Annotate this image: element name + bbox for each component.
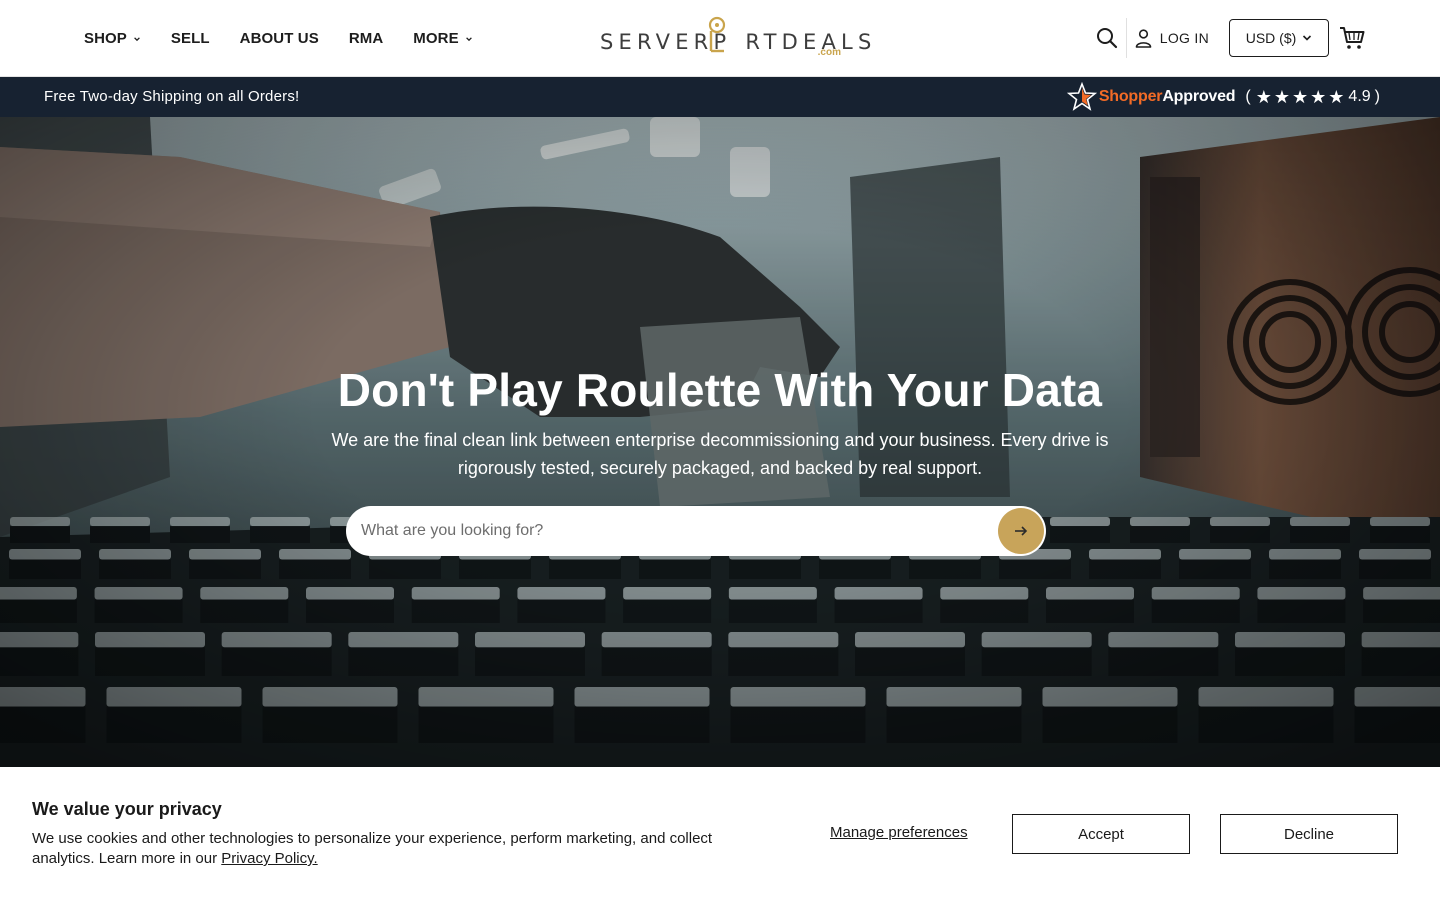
site-logo[interactable]: SERVERP RTDEALS .com bbox=[598, 14, 871, 62]
hero-search-input[interactable] bbox=[346, 506, 998, 556]
arrow-right-icon bbox=[1015, 526, 1028, 536]
decline-button[interactable]: Decline bbox=[1220, 814, 1398, 854]
rating-open: ( bbox=[1245, 88, 1251, 105]
nav-rma-label: RMA bbox=[348, 30, 384, 47]
rating-close: ) bbox=[1374, 88, 1380, 105]
promo-bar: Free Two-day Shipping on all Orders! Sho… bbox=[0, 77, 1440, 117]
hero-title: Don't Play Roulette With Your Data bbox=[337, 364, 1103, 416]
brand-part-a: Shopper bbox=[1098, 88, 1163, 105]
nav-more[interactable]: MORE bbox=[413, 30, 472, 47]
manage-preferences-link[interactable]: Manage preferences bbox=[830, 824, 968, 841]
privacy-policy-link[interactable]: Privacy Policy. bbox=[221, 850, 317, 867]
user-icon bbox=[1135, 28, 1152, 48]
main-nav: SHOP SELL ABOUT US RMA MORE bbox=[84, 0, 503, 77]
search-icon[interactable] bbox=[1095, 26, 1119, 50]
hero-section: Don't Play Roulette With Your Data We ar… bbox=[0, 117, 1440, 767]
nav-more-label: MORE bbox=[413, 30, 459, 47]
rating-stars: ( ★ ★ ★ ★ ★ 4.9 ) bbox=[1245, 87, 1380, 108]
nav-shop-label: SHOP bbox=[84, 30, 127, 47]
brand-part-b: Approved bbox=[1162, 88, 1236, 105]
nav-shop[interactable]: SHOP bbox=[84, 30, 141, 47]
star-icon: ★ bbox=[1310, 86, 1327, 107]
currency-label: USD ($) bbox=[1245, 30, 1297, 46]
cookie-banner: We value your privacy We use cookies and… bbox=[0, 767, 1440, 900]
shopper-approved-star-icon bbox=[1066, 82, 1097, 111]
star-icon: ★ bbox=[1255, 86, 1272, 107]
shopper-approved-brand: ShopperApproved bbox=[1099, 88, 1236, 106]
chevron-down-icon bbox=[1303, 35, 1312, 41]
star-icon: ★ bbox=[1273, 86, 1290, 107]
cookie-text: We use cookies and other technologies to… bbox=[32, 829, 752, 869]
chevron-down-icon bbox=[465, 36, 472, 41]
hero-subtitle: We are the final clean link between ente… bbox=[331, 430, 1109, 478]
nav-about-us[interactable]: ABOUT US bbox=[240, 30, 319, 47]
logo-text-b: RTDEALS bbox=[745, 30, 877, 54]
accept-button[interactable]: Accept bbox=[1012, 814, 1190, 854]
cookie-body: We use cookies and other technologies to… bbox=[32, 830, 713, 867]
nav-about-label: ABOUT US bbox=[239, 30, 319, 47]
header-divider bbox=[1125, 18, 1127, 58]
header-actions: LOG IN USD ($) bbox=[1095, 18, 1366, 58]
nav-sell[interactable]: SELL bbox=[171, 30, 210, 47]
logo-suffix: .com bbox=[817, 47, 841, 58]
logo-text-a: SERVERP bbox=[600, 30, 732, 54]
star-icon: ★ bbox=[1292, 86, 1309, 107]
login-label: LOG IN bbox=[1159, 30, 1209, 46]
cookie-title: We value your privacy bbox=[32, 799, 222, 819]
currency-selector[interactable]: USD ($) bbox=[1229, 19, 1329, 57]
nav-rma[interactable]: RMA bbox=[349, 30, 383, 47]
rating-value: 4.9 bbox=[1348, 88, 1371, 105]
promo-text: Free Two-day Shipping on all Orders! bbox=[44, 88, 300, 105]
star-icon: ★ bbox=[1328, 86, 1345, 107]
login-link[interactable]: LOG IN bbox=[1135, 28, 1209, 48]
site-header: SHOP SELL ABOUT US RMA MORE SERVERP RTDEA… bbox=[0, 0, 1440, 77]
cart-icon[interactable] bbox=[1338, 24, 1366, 52]
chevron-down-icon bbox=[134, 36, 140, 41]
shopper-approved-rating[interactable]: ShopperApproved ( ★ ★ ★ ★ ★ 4.9 ) bbox=[1066, 82, 1380, 112]
search-submit-button[interactable] bbox=[998, 508, 1044, 554]
nav-sell-label: SELL bbox=[170, 30, 210, 47]
hero-search-bar bbox=[346, 506, 1046, 556]
